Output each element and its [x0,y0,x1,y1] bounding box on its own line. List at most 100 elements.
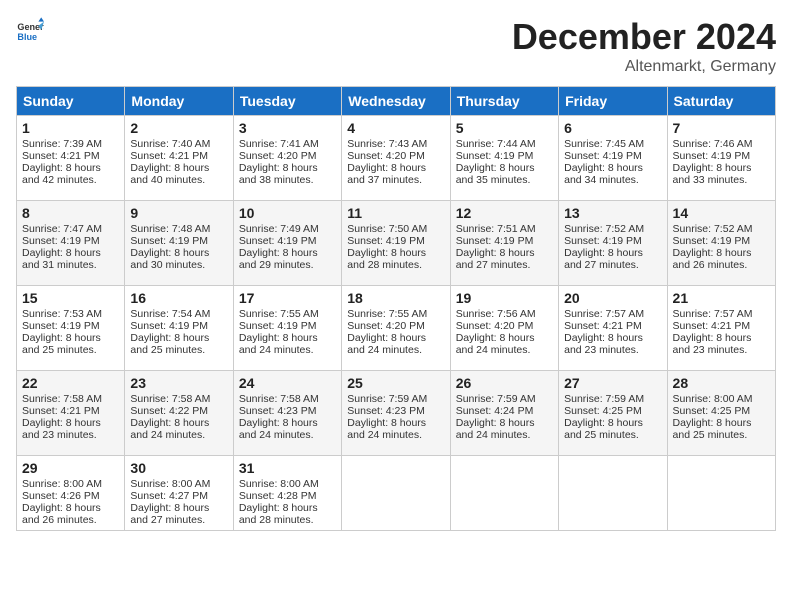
day-number: 18 [347,290,444,306]
col-header-wednesday: Wednesday [342,87,450,116]
day-info-line: Daylight: 8 hours [130,502,227,514]
day-info-line: Sunrise: 7:44 AM [456,138,553,150]
day-info-line: and 27 minutes. [564,259,661,271]
calendar-week-row: 29Sunrise: 8:00 AMSunset: 4:26 PMDayligh… [17,456,776,531]
day-info-line: Daylight: 8 hours [239,332,336,344]
svg-text:Blue: Blue [17,32,37,42]
day-info-line: Sunset: 4:19 PM [22,320,119,332]
day-info-line: Sunrise: 7:55 AM [347,308,444,320]
day-info-line: Sunrise: 7:51 AM [456,223,553,235]
day-info-line: Sunrise: 7:56 AM [456,308,553,320]
day-info-line: Daylight: 8 hours [22,162,119,174]
day-info-line: Sunrise: 7:59 AM [564,393,661,405]
day-info-line: Sunset: 4:20 PM [239,150,336,162]
day-info-line: Sunset: 4:20 PM [456,320,553,332]
day-info-line: Daylight: 8 hours [347,247,444,259]
day-info-line: Daylight: 8 hours [130,247,227,259]
day-info-line: Sunset: 4:19 PM [673,150,770,162]
day-info-line: Sunrise: 7:55 AM [239,308,336,320]
day-info-line: and 30 minutes. [130,259,227,271]
day-info-line: and 27 minutes. [456,259,553,271]
month-title: December 2024 [512,16,776,58]
day-number: 23 [130,375,227,391]
day-number: 29 [22,460,119,476]
day-info-line: Sunset: 4:19 PM [22,235,119,247]
day-info-line: Sunrise: 7:58 AM [22,393,119,405]
day-info-line: and 24 minutes. [347,429,444,441]
day-number: 15 [22,290,119,306]
calendar-cell: 27Sunrise: 7:59 AMSunset: 4:25 PMDayligh… [559,371,667,456]
day-number: 4 [347,120,444,136]
col-header-friday: Friday [559,87,667,116]
day-info-line: Sunrise: 7:52 AM [673,223,770,235]
day-info-line: Sunrise: 8:00 AM [239,478,336,490]
day-info-line: Sunrise: 7:59 AM [347,393,444,405]
day-info-line: and 34 minutes. [564,174,661,186]
day-info-line: Daylight: 8 hours [673,332,770,344]
day-info-line: and 28 minutes. [239,514,336,526]
day-number: 10 [239,205,336,221]
day-info-line: Daylight: 8 hours [239,247,336,259]
day-info-line: and 24 minutes. [130,429,227,441]
day-info-line: Daylight: 8 hours [456,247,553,259]
day-info-line: Sunset: 4:20 PM [347,320,444,332]
day-info-line: Sunrise: 7:57 AM [673,308,770,320]
day-info-line: Sunset: 4:21 PM [564,320,661,332]
day-info-line: Sunrise: 7:58 AM [130,393,227,405]
day-info-line: Sunrise: 7:47 AM [22,223,119,235]
calendar-cell: 24Sunrise: 7:58 AMSunset: 4:23 PMDayligh… [233,371,341,456]
calendar: SundayMondayTuesdayWednesdayThursdayFrid… [16,86,776,531]
day-info-line: Sunset: 4:21 PM [130,150,227,162]
day-info-line: and 31 minutes. [22,259,119,271]
calendar-cell: 14Sunrise: 7:52 AMSunset: 4:19 PMDayligh… [667,201,775,286]
day-number: 21 [673,290,770,306]
col-header-tuesday: Tuesday [233,87,341,116]
day-number: 13 [564,205,661,221]
day-info-line: Sunset: 4:19 PM [456,235,553,247]
day-info-line: Daylight: 8 hours [130,162,227,174]
day-info-line: and 29 minutes. [239,259,336,271]
day-info-line: Daylight: 8 hours [239,417,336,429]
day-info-line: Sunset: 4:21 PM [673,320,770,332]
col-header-saturday: Saturday [667,87,775,116]
day-number: 27 [564,375,661,391]
day-info-line: and 42 minutes. [22,174,119,186]
day-number: 8 [22,205,119,221]
day-info-line: Daylight: 8 hours [564,247,661,259]
calendar-cell: 8Sunrise: 7:47 AMSunset: 4:19 PMDaylight… [17,201,125,286]
day-info-line: Sunrise: 7:53 AM [22,308,119,320]
day-info-line: and 38 minutes. [239,174,336,186]
day-info-line: Daylight: 8 hours [673,417,770,429]
location-title: Altenmarkt, Germany [512,58,776,76]
day-info-line: Daylight: 8 hours [22,332,119,344]
day-info-line: Sunset: 4:28 PM [239,490,336,502]
calendar-cell: 15 Sunrise: 7:53 AMSunset: 4:19 PMDayligh… [17,286,125,371]
day-number: 11 [347,205,444,221]
day-info-line: Sunset: 4:25 PM [673,405,770,417]
day-info-line: Sunrise: 7:46 AM [673,138,770,150]
calendar-cell [450,456,558,531]
day-info-line: and 40 minutes. [130,174,227,186]
calendar-week-row: 8Sunrise: 7:47 AMSunset: 4:19 PMDaylight… [17,201,776,286]
day-info-line: and 23 minutes. [564,344,661,356]
header: General Blue December 2024 Altenmarkt, G… [16,16,776,76]
day-info-line: Sunrise: 7:39 AM [22,138,119,150]
calendar-cell: 10Sunrise: 7:49 AMSunset: 4:19 PMDayligh… [233,201,341,286]
day-info-line: Daylight: 8 hours [22,502,119,514]
day-info-line: Sunrise: 7:49 AM [239,223,336,235]
day-info-line: Daylight: 8 hours [239,502,336,514]
day-info-line: Sunset: 4:27 PM [130,490,227,502]
day-info-line: Daylight: 8 hours [456,332,553,344]
day-info-line: Daylight: 8 hours [564,417,661,429]
day-number: 12 [456,205,553,221]
calendar-cell: 17Sunrise: 7:55 AMSunset: 4:19 PMDayligh… [233,286,341,371]
day-info-line: Sunrise: 7:59 AM [456,393,553,405]
day-number: 6 [564,120,661,136]
calendar-cell: 31Sunrise: 8:00 AMSunset: 4:28 PMDayligh… [233,456,341,531]
col-header-thursday: Thursday [450,87,558,116]
day-info-line: and 26 minutes. [673,259,770,271]
day-info-line: Sunrise: 8:00 AM [130,478,227,490]
day-info-line: Daylight: 8 hours [673,247,770,259]
day-info-line: and 26 minutes. [22,514,119,526]
day-info-line: Daylight: 8 hours [456,162,553,174]
